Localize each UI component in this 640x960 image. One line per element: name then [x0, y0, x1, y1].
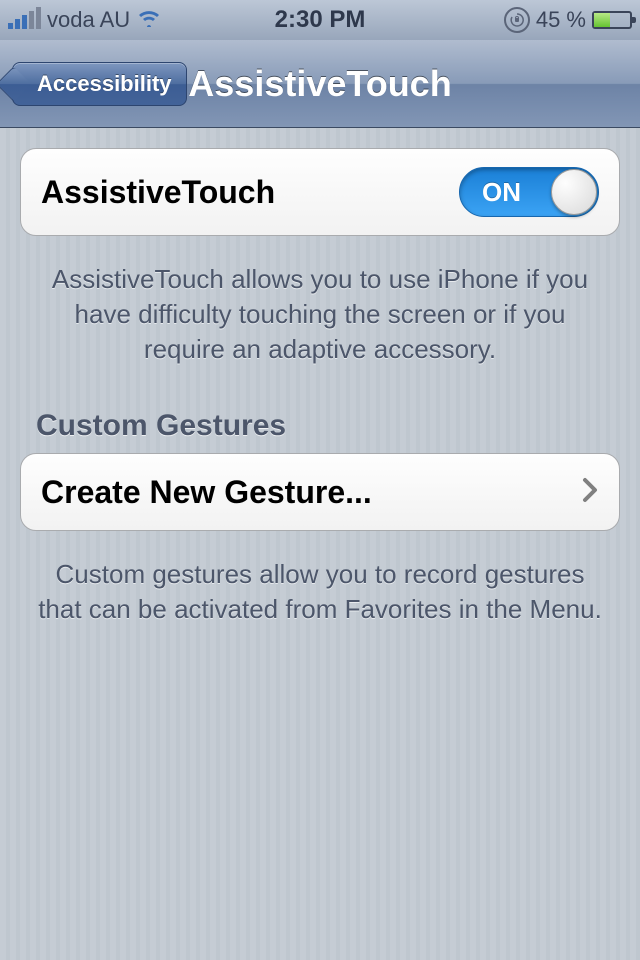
- wifi-icon: [136, 6, 162, 34]
- status-left: voda AU: [8, 6, 504, 34]
- toggle-group: AssistiveTouch ON: [20, 148, 620, 236]
- content-area: AssistiveTouch ON AssistiveTouch allows …: [0, 128, 640, 960]
- signal-strength-icon: [8, 11, 41, 29]
- gestures-footer-text: Custom gestures allow you to record gest…: [20, 543, 620, 651]
- create-gesture-row[interactable]: Create New Gesture...: [20, 453, 620, 531]
- toggle-on-text: ON: [482, 177, 521, 208]
- battery-percent-label: 45 %: [536, 7, 586, 33]
- back-button-label: Accessibility: [37, 71, 172, 96]
- create-gesture-label: Create New Gesture...: [41, 474, 372, 511]
- battery-icon: [592, 11, 632, 29]
- gestures-group: Create New Gesture...: [20, 453, 620, 531]
- page-title: AssistiveTouch: [188, 63, 451, 105]
- chevron-right-icon: [581, 474, 599, 511]
- rotation-lock-icon: [504, 7, 530, 33]
- carrier-label: voda AU: [47, 7, 130, 33]
- assistivetouch-label: AssistiveTouch: [41, 174, 275, 211]
- status-bar: voda AU 2:30 PM 45 %: [0, 0, 640, 40]
- status-right: 45 %: [504, 7, 632, 33]
- toggle-knob-icon: [551, 169, 597, 215]
- back-button[interactable]: Accessibility: [12, 62, 187, 106]
- clock-label: 2:30 PM: [275, 6, 366, 34]
- custom-gestures-header: Custom Gestures: [20, 391, 620, 453]
- assistivetouch-toggle[interactable]: ON: [459, 167, 599, 217]
- nav-bar: Accessibility AssistiveTouch: [0, 40, 640, 128]
- toggle-footer-text: AssistiveTouch allows you to use iPhone …: [20, 248, 620, 391]
- assistivetouch-row: AssistiveTouch ON: [20, 148, 620, 236]
